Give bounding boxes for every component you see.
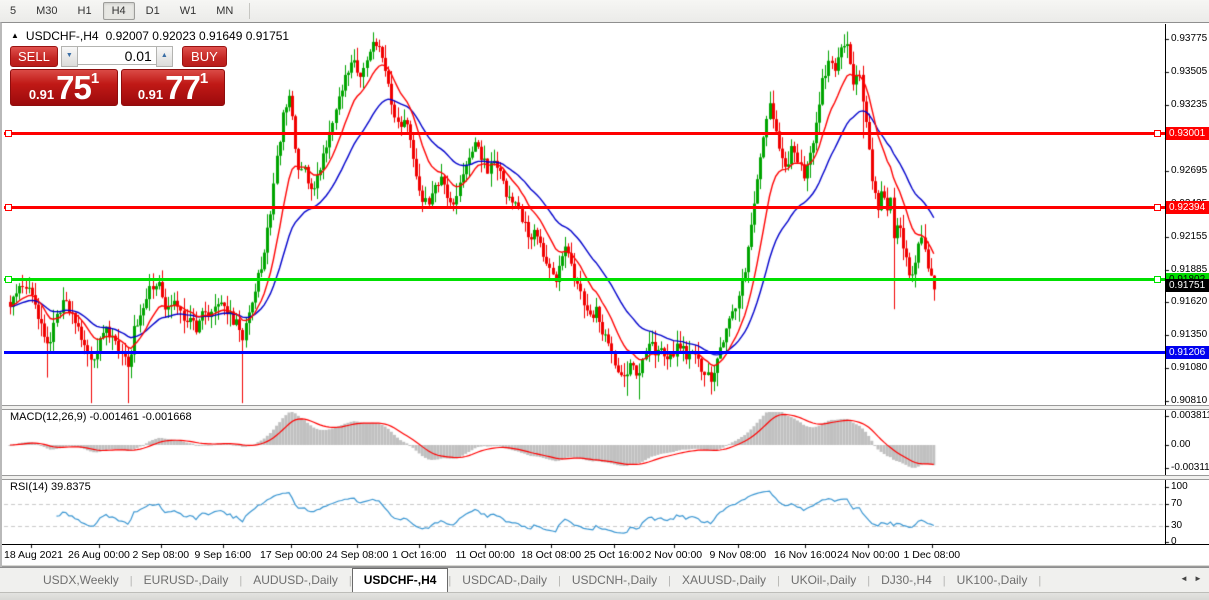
level-line-support-blue[interactable] [4,351,1165,354]
timeframe-button-m30[interactable]: M30 [27,2,66,20]
level-handle-right-support-green[interactable] [1154,276,1161,283]
tab-usdx-weekly[interactable]: USDX,Weekly [32,569,130,592]
time-axis-label: 2 Nov 00:00 [646,549,703,561]
price-tick-label: 0.92155 [1171,231,1209,243]
tab-usdcad-daily[interactable]: USDCAD-,Daily [451,569,558,592]
tab-scroll-right-icon[interactable]: ► [1194,574,1202,583]
volume-increase-button[interactable]: ▲ [156,46,173,67]
time-axis-label: 25 Oct 16:00 [584,549,644,561]
timeframe-toolbar: 5M30H1H4D1W1MN [0,0,1209,23]
level-handle-right-resistance-2[interactable] [1154,204,1161,211]
level-line-support-green[interactable] [4,278,1165,281]
volume-decrease-button[interactable]: ▼ [61,46,78,67]
time-axis-label: 17 Sep 00:00 [260,549,322,561]
status-strip [0,592,1209,600]
buy-price-small: 0.91 [138,87,163,102]
time-axis-label: 24 Nov 00:00 [837,549,899,561]
timeframe-button-d1[interactable]: D1 [137,2,169,20]
sell-price-button[interactable]: 0.91 75 1 [10,69,118,106]
macd-indicator-label: MACD(12,26,9) -0.001461 -0.001668 [10,411,192,423]
time-axis-label: 9 Nov 08:00 [710,549,767,561]
price-tick-label: 0.91080 [1171,362,1209,374]
chart-tab-strip: USDX,Weekly|EURUSD-,Daily|AUDUSD-,Daily|… [32,568,1041,593]
time-axis-label: 11 Oct 00:00 [456,549,515,561]
level-line-resistance-1[interactable] [4,132,1165,135]
timeframe-button-mn[interactable]: MN [207,2,242,20]
price-tick-label: 0.93505 [1171,66,1209,78]
one-click-trading-panel: SELL ▼ ▲ BUY 0.91 75 1 [10,46,227,106]
window-bottom-edge [2,564,1209,567]
toolbar-separator [249,3,250,19]
mt4-terminal: 5M30H1H4D1W1MN ▲ USDCHF-,H4 0.92007 0.92… [0,0,1209,600]
level-handle-left-resistance-1[interactable] [5,130,12,137]
timeframe-button-h4[interactable]: H4 [103,2,135,20]
price-tick-label: 0.92695 [1171,165,1209,177]
time-axis-label: 9 Sep 16:00 [195,549,252,561]
chart-symbol-title: USDCHF-,H4 [26,29,99,43]
level-handle-left-support-green[interactable] [5,276,12,283]
time-axis-label: 24 Sep 08:00 [326,549,388,561]
price-tick-label: 0.91620 [1171,296,1209,308]
price-label-support-blue: 0.91206 [1166,346,1209,359]
sell-price-superscript: 1 [91,72,99,86]
price-tick-label: 0.93775 [1171,33,1209,45]
tab-usdcnh-daily[interactable]: USDCNH-,Daily [561,569,668,592]
buy-button[interactable]: BUY [182,46,227,67]
rsi-tick-label: 0 [1171,536,1209,548]
volume-input[interactable] [78,46,156,65]
tab-usdchf-h4[interactable]: USDCHF-,H4 [352,568,449,592]
buy-price-button[interactable]: 0.91 77 1 [121,69,225,106]
sell-price-big: 75 [56,73,91,102]
time-axis-label: 2 Sep 08:00 [133,549,190,561]
buy-price-big: 77 [165,73,200,102]
chevron-up-icon: ▲ [161,52,168,59]
level-handle-right-resistance-1[interactable] [1154,130,1161,137]
price-tick-label: 0.93235 [1171,99,1209,111]
price-label-resistance-2: 0.92394 [1166,201,1209,214]
timeframe-button-5[interactable]: 5 [1,2,25,20]
tab-separator: | [1038,575,1041,587]
chart-header: ▲ USDCHF-,H4 0.92007 0.92023 0.91649 0.9… [11,29,289,43]
rsi-tick-label: 100 [1171,481,1209,493]
time-axis-label: 18 Aug 2021 [4,549,63,561]
time-axis-label: 1 Oct 16:00 [392,549,446,561]
buy-price-superscript: 1 [200,72,208,86]
timeframe-button-w1[interactable]: W1 [171,2,206,20]
level-line-resistance-2[interactable] [4,206,1165,209]
pane-splitter-rsi[interactable] [2,475,1209,480]
time-axis-label: 18 Oct 08:00 [521,549,581,561]
chevron-down-icon: ▼ [66,52,73,59]
chart-tab-bar: USDX,Weekly|EURUSD-,Daily|AUDUSD-,Daily|… [0,567,1209,592]
price-tick-label: 0.91350 [1171,329,1209,341]
tab-xauusd-daily[interactable]: XAUUSD-,Daily [671,569,777,592]
tab-scroll-left-icon[interactable]: ◄ [1180,574,1188,583]
macd-tick-label: -0.003115 [1171,462,1209,474]
trade-panel-price-row: 0.91 75 1 0.91 77 1 [10,69,227,106]
rsi-tick-label: 70 [1171,498,1209,510]
chart-window: ▲ USDCHF-,H4 0.92007 0.92023 0.91649 0.9… [0,22,1209,567]
trade-panel-top-row: SELL ▼ ▲ BUY [10,46,227,67]
tab-uk100-daily[interactable]: UK100-,Daily [946,569,1039,592]
triangle-up-icon[interactable]: ▲ [11,31,19,41]
current-price-label: 0.91751 [1166,279,1209,292]
timeframe-button-h1[interactable]: H1 [69,2,101,20]
rsi-tick-label: 30 [1171,520,1209,532]
time-axis-separator [2,544,1209,545]
tab-audusd-daily[interactable]: AUDUSD-,Daily [242,569,349,592]
macd-tick-label: 0.003811 [1171,410,1209,422]
chart-ohlc-values: 0.92007 0.92023 0.91649 0.91751 [106,29,290,43]
tab-eurusd-daily[interactable]: EURUSD-,Daily [133,569,240,592]
time-axis-label: 1 Dec 08:00 [904,549,961,561]
macd-tick-label: 0.00 [1171,439,1209,451]
time-axis-label: 16 Nov 16:00 [774,549,836,561]
sell-button[interactable]: SELL [10,46,58,67]
time-axis-label: 26 Aug 00:00 [68,549,130,561]
tab-ukoil-daily[interactable]: UKOil-,Daily [780,569,867,592]
rsi-indicator-label: RSI(14) 39.8375 [10,481,91,493]
level-handle-left-resistance-2[interactable] [5,204,12,211]
pane-splitter-macd[interactable] [2,405,1209,410]
price-label-resistance-1: 0.93001 [1166,127,1209,140]
sell-price-small: 0.91 [29,87,54,102]
tab-dj30-h4[interactable]: DJ30-,H4 [870,569,943,592]
